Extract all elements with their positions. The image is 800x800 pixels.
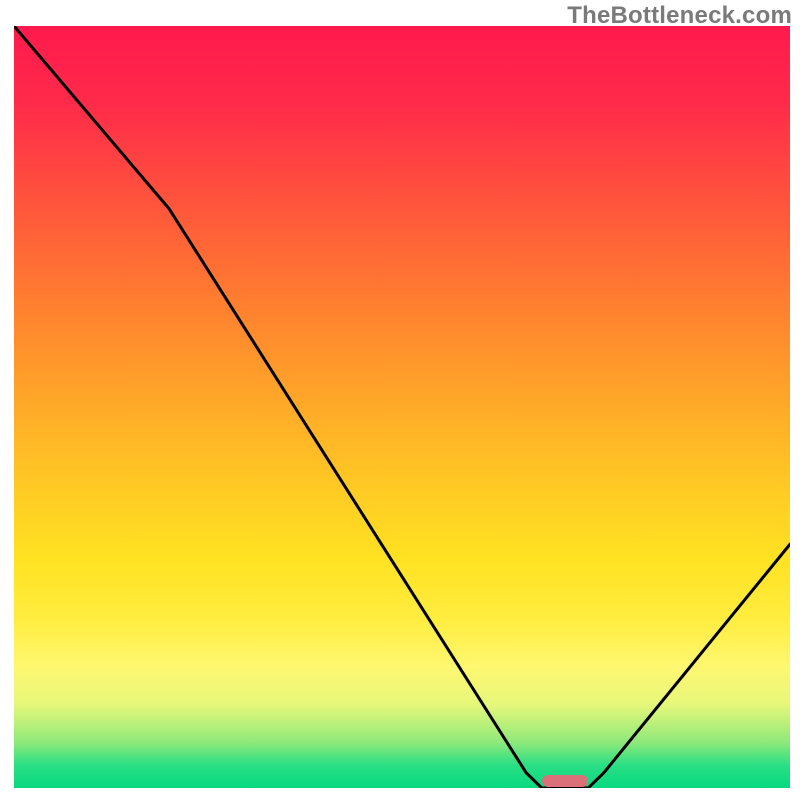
floor-marker xyxy=(542,775,589,787)
bottleneck-curve-path xyxy=(14,26,790,788)
plot-area xyxy=(14,26,790,788)
curve-layer xyxy=(14,26,790,788)
bottleneck-chart: TheBottleneck.com xyxy=(0,0,800,800)
